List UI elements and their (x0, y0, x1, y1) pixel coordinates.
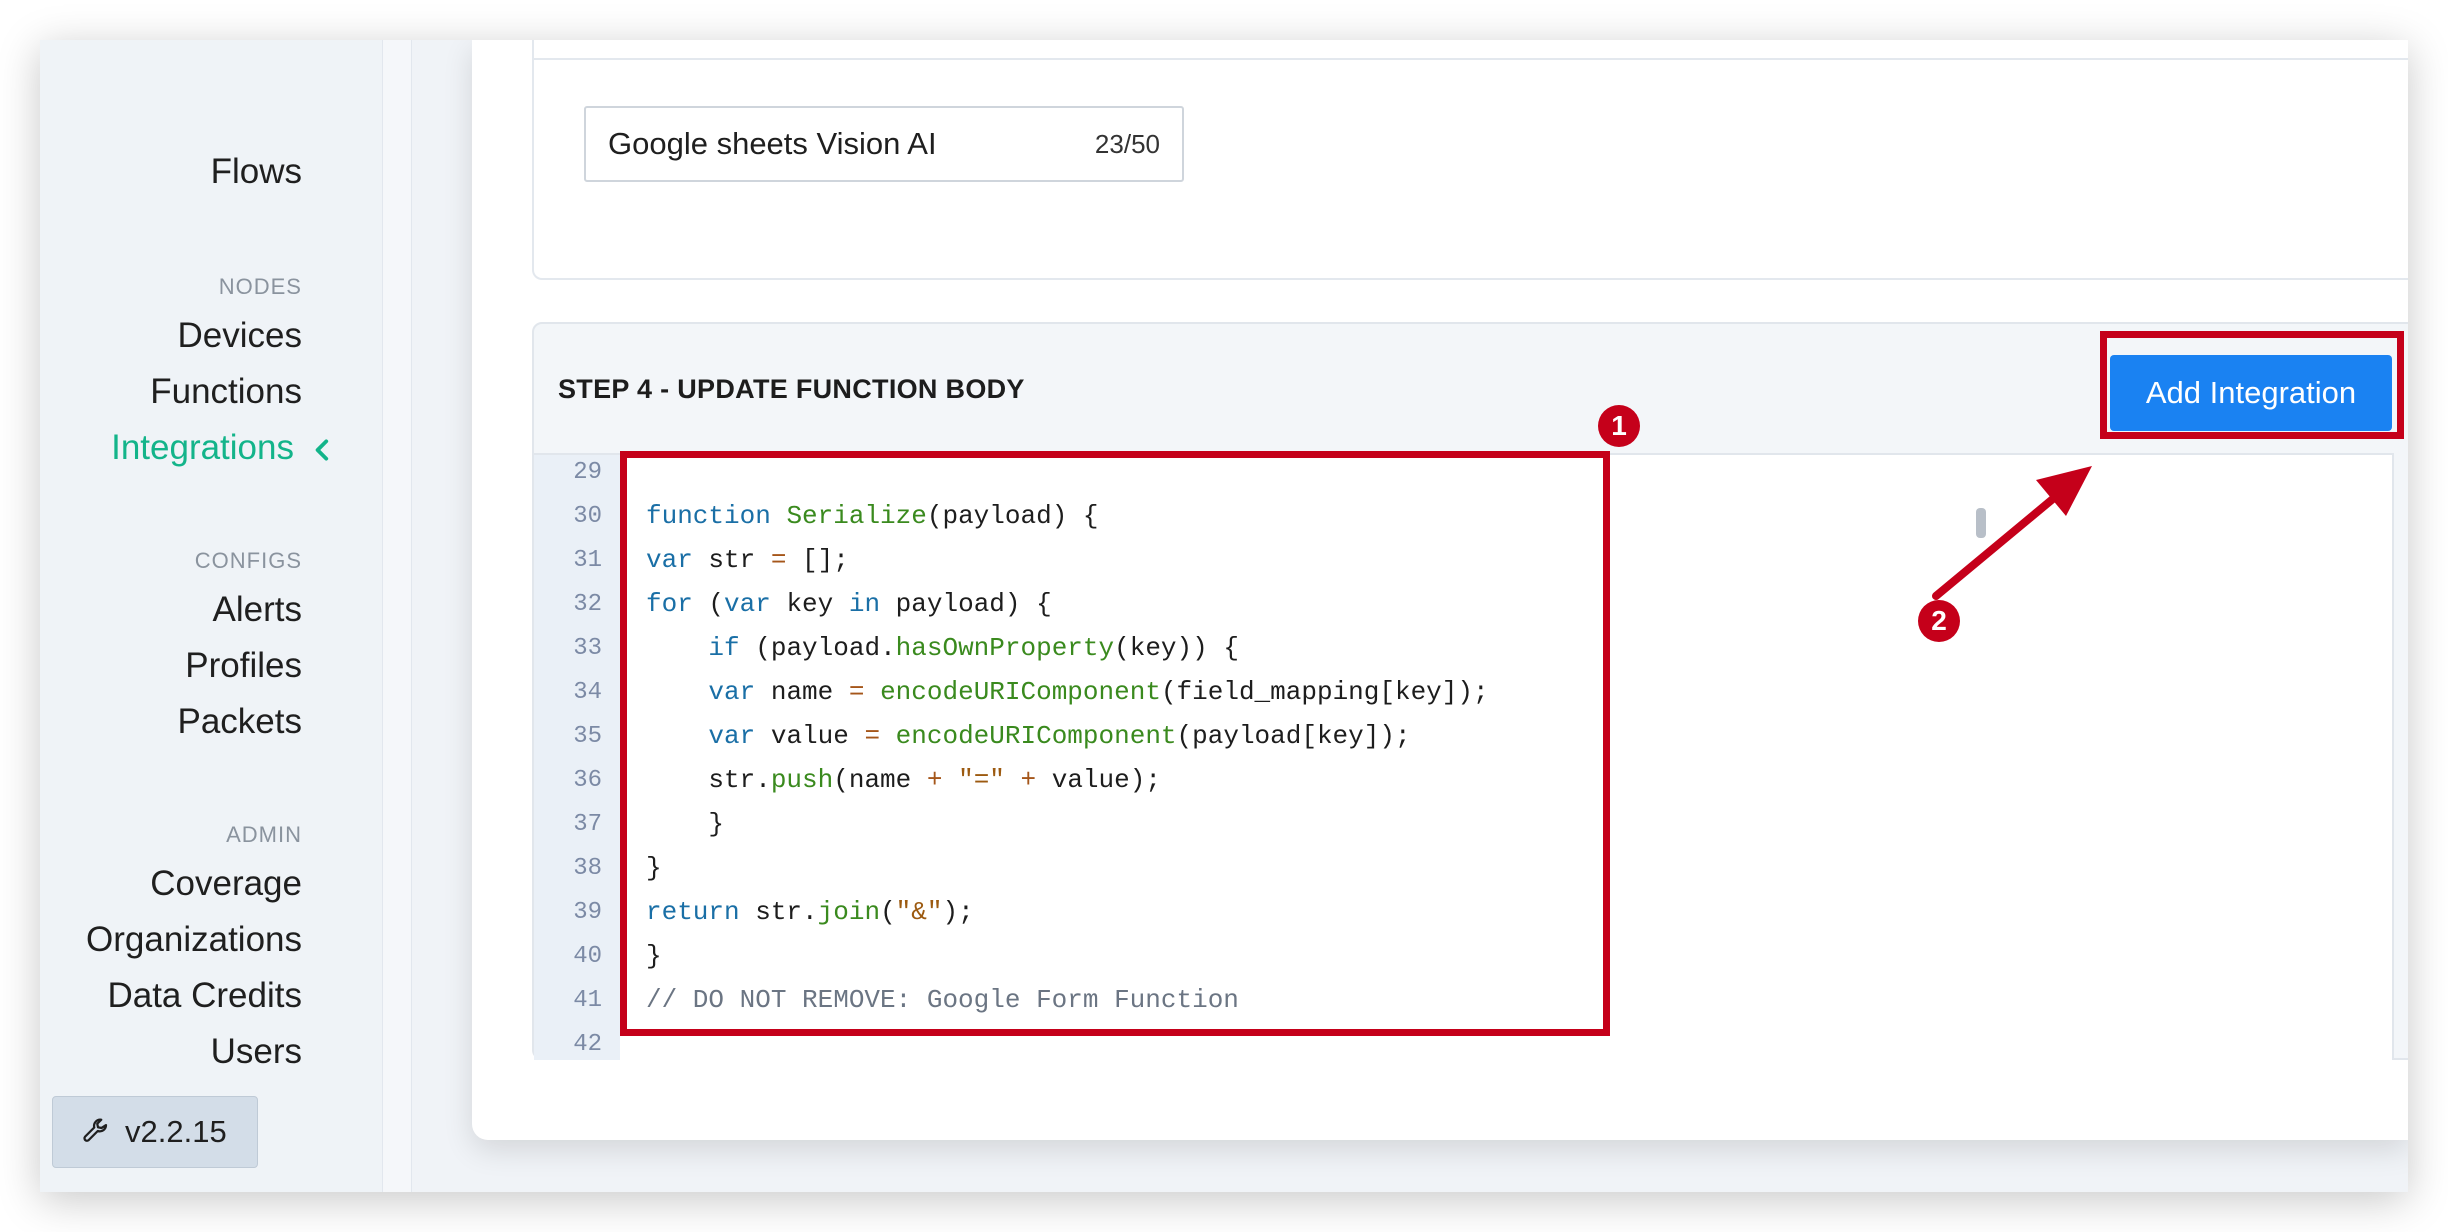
line-number: 40 (573, 943, 602, 970)
sidebar-item-organizations[interactable]: Organizations (86, 920, 302, 960)
annotation-badge-2: 2 (1918, 600, 1960, 642)
line-number: 29 (573, 459, 602, 486)
annotation-box-code (620, 451, 1610, 1036)
sidebar-section-configs: CONFIGS (194, 548, 302, 573)
sidebar-item-integrations[interactable]: Integrations (111, 428, 336, 468)
sidebar-item-flows[interactable]: Flows (211, 152, 302, 192)
integration-name-value: Google sheets Vision AI (608, 126, 937, 161)
line-number-gutter: 29 30 31 32 33 34 35 36 37 38 39 40 41 4… (534, 455, 620, 1060)
sidebar-section-nodes: NODES (218, 274, 302, 299)
sidebar-item-alerts[interactable]: Alerts (213, 590, 302, 630)
sidebar-divider (382, 40, 412, 1192)
chevron-left-icon (315, 439, 329, 461)
sidebar-item-packets[interactable]: Packets (178, 702, 303, 742)
scrollbar-thumb[interactable] (1976, 508, 1986, 538)
line-number: 41 (573, 987, 602, 1014)
sidebar-item-functions[interactable]: Functions (150, 372, 302, 412)
sidebar-item-devices[interactable]: Devices (178, 316, 302, 356)
sidebar-section-admin: ADMIN (226, 822, 302, 847)
integration-name-input[interactable]: Google sheets Vision AI 23/50 (584, 106, 1184, 182)
sidebar: Flows NODES Devices Functions Integratio… (40, 40, 382, 1192)
line-number: 35 (573, 723, 602, 750)
line-number: 34 (573, 679, 602, 706)
wrench-icon (83, 1118, 108, 1142)
step4-title: STEP 4 - UPDATE FUNCTION BODY (558, 374, 1025, 404)
sidebar-item-data-credits[interactable]: Data Credits (107, 976, 302, 1016)
version-label: v2.2.15 (125, 1114, 227, 1149)
annotation-box-button (2100, 331, 2404, 439)
line-number: 39 (573, 899, 602, 926)
annotation-badge-1: 1 (1598, 405, 1640, 447)
sidebar-item-users[interactable]: Users (211, 1032, 302, 1072)
line-number: 42 (573, 1031, 602, 1058)
panel-divider (534, 58, 2408, 60)
line-number: 32 (573, 591, 602, 618)
sidebar-item-integrations-label: Integrations (111, 428, 294, 467)
line-number: 36 (573, 767, 602, 794)
sidebar-item-profiles[interactable]: Profiles (185, 646, 302, 686)
version-badge[interactable]: v2.2.15 (52, 1096, 258, 1168)
sidebar-item-coverage[interactable]: Coverage (150, 864, 302, 904)
line-number: 37 (573, 811, 602, 838)
line-number: 30 (573, 503, 602, 530)
line-number: 38 (573, 855, 602, 882)
line-number: 33 (573, 635, 602, 662)
line-number: 31 (573, 547, 602, 574)
integration-name-panel: Google sheets Vision AI 23/50 (532, 40, 2408, 280)
character-counter: 23/50 (1094, 128, 1160, 159)
